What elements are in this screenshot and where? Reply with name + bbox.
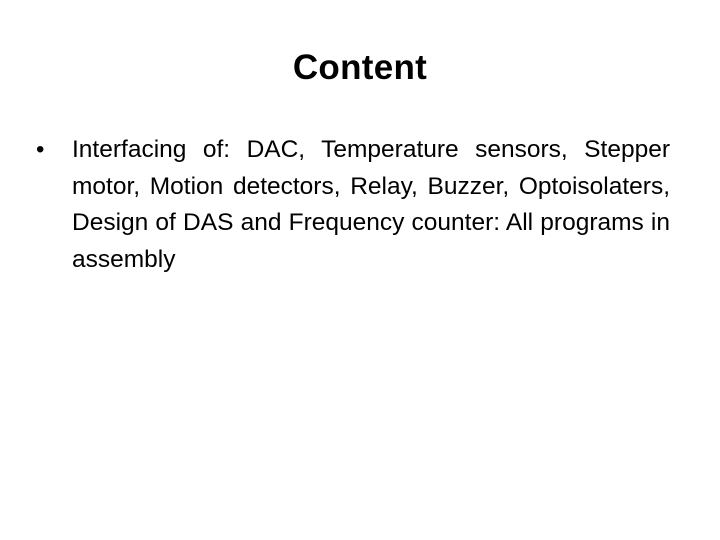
bullet-icon: • bbox=[36, 136, 45, 163]
bullet-item: • Interfacing of: DAC, Temperature senso… bbox=[36, 132, 670, 278]
slide-content: • Interfacing of: DAC, Temperature senso… bbox=[36, 132, 670, 278]
slide-title: Content bbox=[292, 48, 428, 87]
bullet-text: Interfacing of: DAC, Temperature sensors… bbox=[72, 136, 670, 273]
slide: Content • Interfacing of: DAC, Temperatu… bbox=[0, 0, 720, 540]
